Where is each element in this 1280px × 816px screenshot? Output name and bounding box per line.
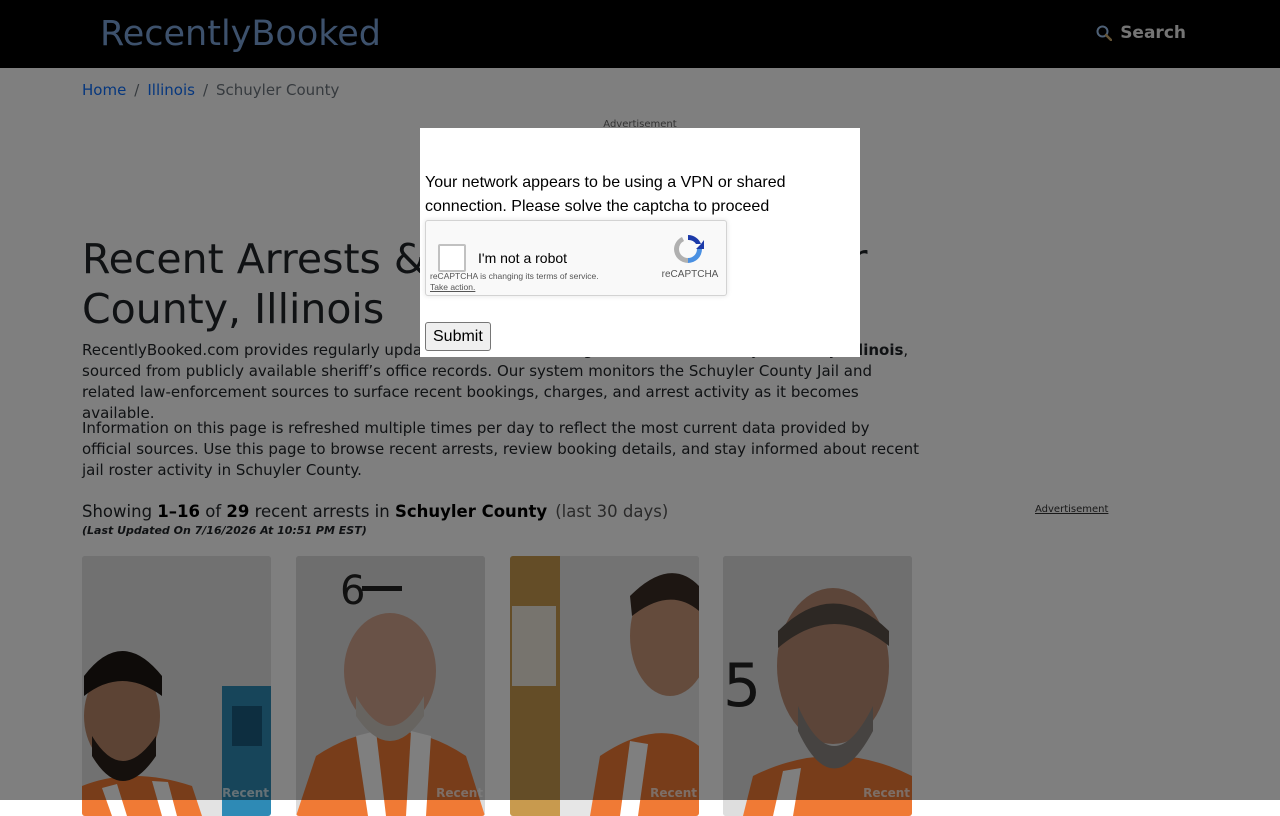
recaptcha-label: I'm not a robot	[478, 250, 568, 266]
recaptcha-logo-icon	[670, 231, 706, 267]
modal-message: Your network appears to be using a VPN o…	[425, 174, 786, 215]
recaptcha-terms: reCAPTCHA is changing its terms of servi…	[430, 271, 599, 292]
recaptcha-take-action-link[interactable]: Take action.	[430, 282, 599, 292]
recaptcha-checkbox[interactable]	[438, 244, 466, 272]
recaptcha-widget: I'm not a robot reCAPTCHA reCAPTCHA is c…	[425, 220, 727, 296]
submit-button[interactable]: Submit	[425, 322, 491, 351]
recaptcha-brand: reCAPTCHA	[661, 269, 719, 280]
recaptcha-terms-text: reCAPTCHA is changing its terms of servi…	[430, 271, 599, 281]
modal-backdrop[interactable]	[0, 0, 1280, 800]
captcha-modal: Your network appears to be using a VPN o…	[420, 128, 860, 357]
